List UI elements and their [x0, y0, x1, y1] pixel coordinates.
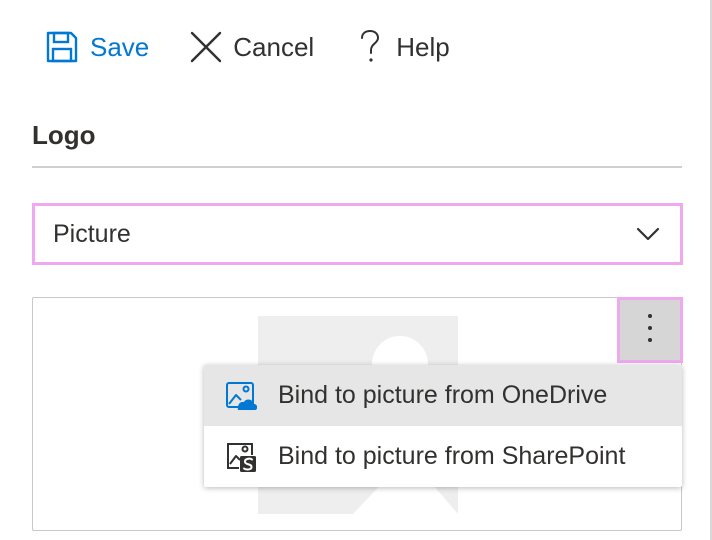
toolbar: Save Cancel Help [44, 26, 450, 68]
help-label: Help [396, 31, 450, 62]
question-mark-icon [358, 28, 382, 66]
bind-picture-menu: Bind to picture from OneDrive Bind to pi… [204, 365, 682, 487]
save-icon [44, 29, 80, 65]
sharepoint-picture-icon [224, 440, 258, 474]
cancel-label: Cancel [233, 31, 315, 62]
save-button[interactable]: Save [44, 29, 149, 65]
menu-item-bind-onedrive[interactable]: Bind to picture from OneDrive [204, 365, 682, 426]
more-vertical-icon [646, 312, 654, 349]
menu-item-label: Bind to picture from OneDrive [278, 381, 608, 409]
image-source-dropdown[interactable]: Picture [32, 203, 683, 265]
menu-item-label: Bind to picture from SharePoint [278, 442, 626, 470]
more-options-button[interactable] [617, 297, 683, 363]
section-divider [32, 166, 682, 168]
section-title: Logo [32, 120, 96, 150]
cancel-button[interactable]: Cancel [187, 28, 314, 66]
chevron-down-icon [634, 220, 662, 248]
help-button[interactable]: Help [358, 28, 450, 66]
save-label: Save [90, 31, 150, 62]
dropdown-selected-value: Picture [53, 219, 131, 248]
onedrive-picture-icon [224, 379, 258, 413]
menu-item-bind-sharepoint[interactable]: Bind to picture from SharePoint [204, 426, 682, 487]
close-icon [187, 28, 225, 66]
